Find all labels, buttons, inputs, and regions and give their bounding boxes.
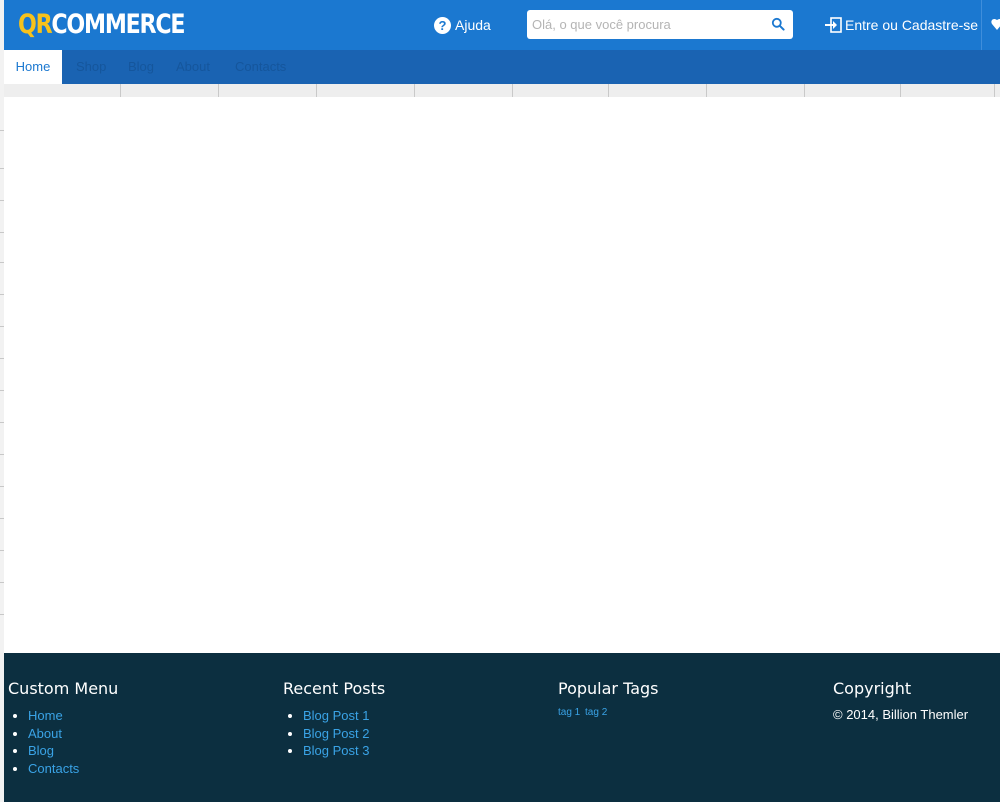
footer-link-contacts[interactable]: Contacts	[28, 761, 79, 776]
sign-in-icon	[825, 17, 842, 33]
login-label: Entre ou Cadastre-se	[845, 17, 979, 33]
footer-link-blog[interactable]: Blog	[28, 743, 54, 758]
footer-popular-tags: Popular Tags tag 1 tag 2	[558, 679, 659, 718]
list-item: Blog Post 3	[303, 742, 385, 760]
list-item: Blog Post 2	[303, 725, 385, 743]
search-box	[527, 10, 793, 39]
nav-item-contacts[interactable]: Contacts	[235, 50, 286, 84]
main-navigation: Home Shop Blog About Contacts	[4, 50, 1000, 84]
custom-menu-list: Home About Blog Contacts	[8, 707, 118, 777]
custom-menu-title: Custom Menu	[8, 679, 119, 698]
recent-post-link[interactable]: Blog Post 3	[303, 743, 370, 758]
search-input[interactable]	[527, 10, 763, 39]
footer-link-about[interactable]: About	[28, 726, 62, 741]
help-label: Ajuda	[455, 17, 491, 33]
question-circle-icon: ?	[434, 16, 451, 34]
site-logo[interactable]: QRCOMMERCE	[18, 8, 185, 42]
header-separator	[981, 0, 982, 50]
copyright-title: Copyright	[833, 679, 912, 698]
logo-qr-text: QR	[18, 9, 53, 40]
nav-item-blog[interactable]: Blog	[128, 50, 154, 84]
popular-tags-title: Popular Tags	[558, 679, 659, 698]
tag-link[interactable]: tag 1	[558, 707, 580, 718]
list-item: About	[28, 725, 118, 743]
heart-icon[interactable]	[991, 17, 1000, 31]
header-texture-strip	[4, 84, 1000, 97]
login-register-link[interactable]: Entre ou Cadastre-se	[824, 15, 978, 35]
footer-recent-posts: Recent Posts Blog Post 1 Blog Post 2 Blo…	[283, 679, 385, 760]
tag-link[interactable]: tag 2	[585, 707, 607, 718]
list-item: Contacts	[28, 760, 118, 778]
recent-post-link[interactable]: Blog Post 2	[303, 726, 370, 741]
list-item: Home	[28, 707, 118, 725]
recent-posts-list: Blog Post 1 Blog Post 2 Blog Post 3	[283, 707, 385, 760]
footer-custom-menu: Custom Menu Home About Blog Contacts	[8, 679, 118, 777]
site-footer: Custom Menu Home About Blog Contacts Rec…	[4, 653, 1000, 802]
footer-link-home[interactable]: Home	[28, 708, 63, 723]
tag-cloud: tag 1 tag 2	[558, 707, 659, 718]
help-link[interactable]: ? Ajuda	[434, 15, 491, 35]
nav-item-about[interactable]: About	[176, 50, 210, 84]
nav-item-home[interactable]: Home	[4, 50, 62, 84]
top-header-bar: QRCOMMERCE ? Ajuda Entre ou Cadastre-se	[4, 0, 1000, 50]
recent-posts-title: Recent Posts	[283, 679, 386, 698]
nav-item-shop[interactable]: Shop	[76, 50, 106, 84]
copyright-text: © 2014, Billion Themler	[833, 707, 969, 722]
footer-copyright: Copyright © 2014, Billion Themler	[833, 679, 968, 722]
search-icon[interactable]	[771, 17, 785, 31]
list-item: Blog Post 1	[303, 707, 385, 725]
logo-commerce-text: COMMERCE	[51, 9, 185, 40]
list-item: Blog	[28, 742, 118, 760]
recent-post-link[interactable]: Blog Post 1	[303, 708, 370, 723]
